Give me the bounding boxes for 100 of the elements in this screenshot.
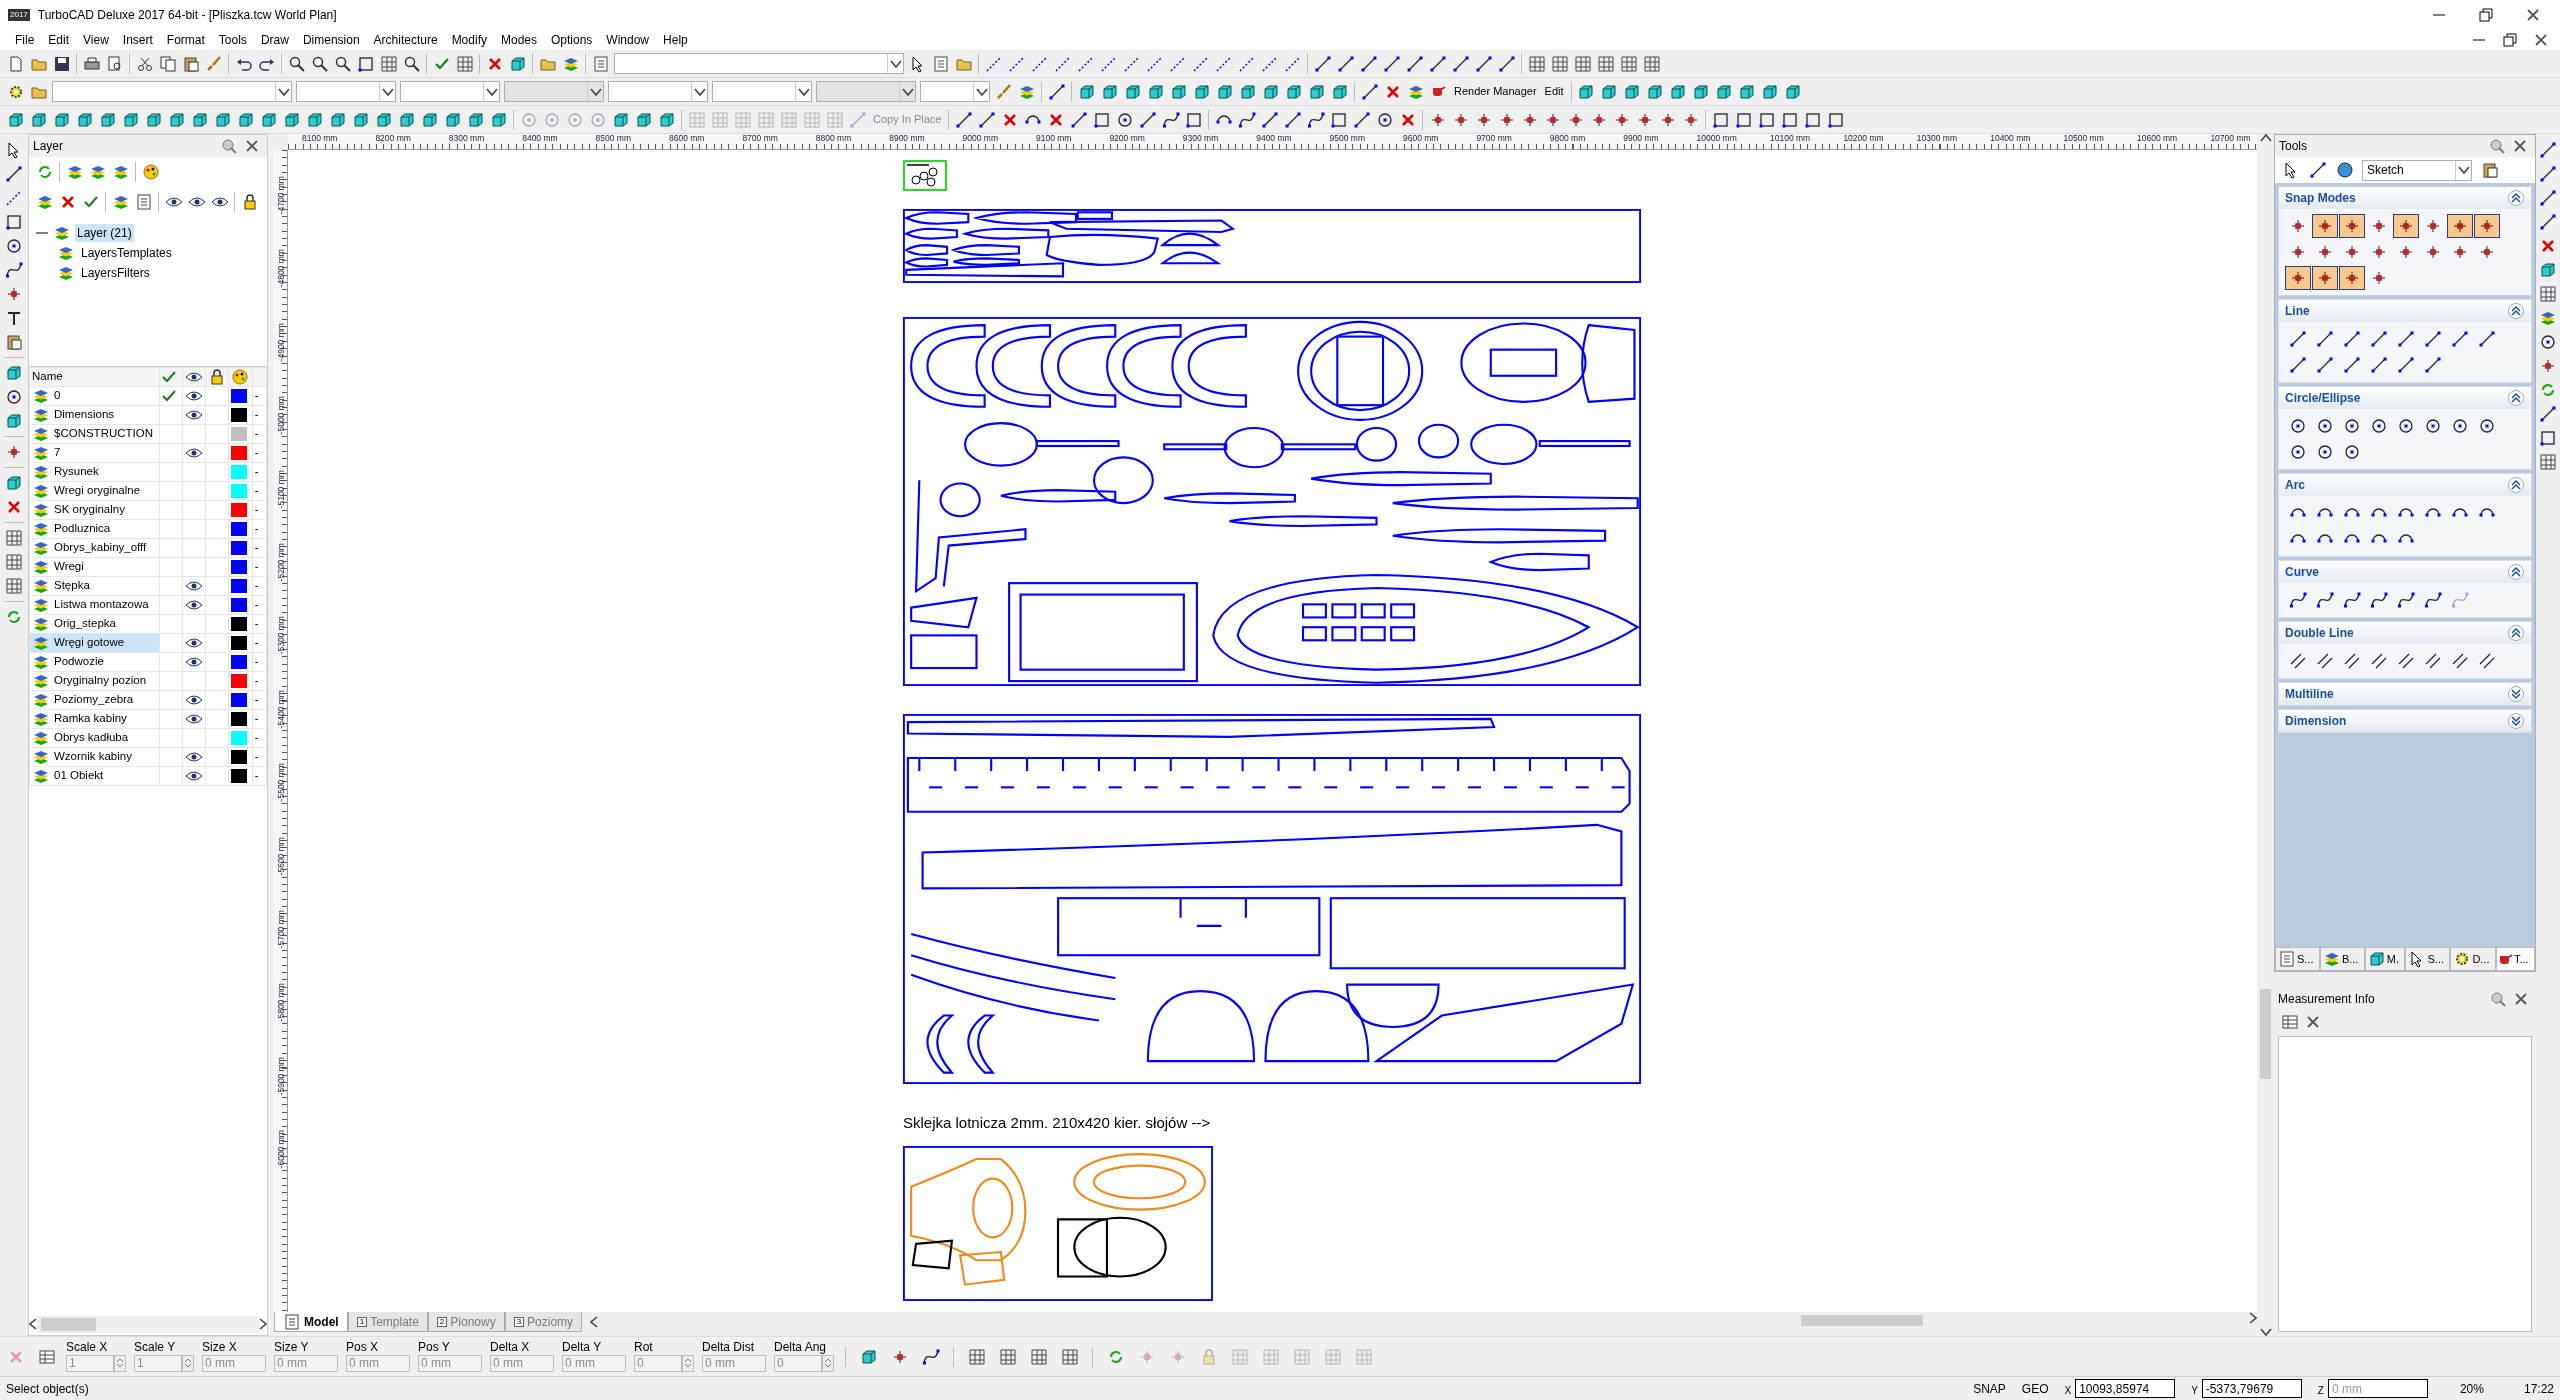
line-style: - [254, 579, 259, 592]
line-style: - [254, 598, 259, 611]
ruler-label: 8400 mm [522, 134, 558, 143]
line-style: - [254, 446, 259, 459]
snap-indicator[interactable]: SNAP [1973, 1379, 2006, 1398]
menu-item[interactable]: Draw [253, 31, 296, 49]
ruler-label: -5900 mm [276, 1055, 286, 1098]
field-label: Delta Ang [774, 1341, 828, 1355]
ruler-label: 9400 mm [1256, 134, 1292, 143]
ruler-label: -5000 mm [276, 395, 286, 437]
ruler-label: -5800 mm [276, 982, 286, 1024]
toolbar-button[interactable]: Render Manager [1450, 79, 1541, 104]
ruler-label: 8800 mm [815, 134, 852, 143]
panel-title: Measurement Info [2278, 991, 2375, 1008]
ruler-label: 10300 mm [1916, 134, 1957, 143]
ruler-label: -5500 mm [276, 762, 286, 804]
page-number: 3 [513, 1316, 525, 1327]
panel-tab[interactable]: M. [2364, 947, 2406, 971]
toolbar-button[interactable]: Edit [1540, 79, 1568, 104]
ruler-label: 9300 mm [1182, 134, 1219, 143]
section-header[interactable]: Arc [2279, 474, 2531, 496]
menu-item[interactable]: Options [544, 31, 600, 49]
menu-item[interactable]: View [76, 31, 116, 49]
layer-name[interactable]: 7 [54, 444, 61, 462]
ruler-label: 9200 mm [1109, 134, 1145, 143]
menu-item[interactable]: Modify [444, 31, 494, 49]
line-style: - [254, 750, 259, 763]
field-label: Pos X [346, 1341, 379, 1355]
menu-item[interactable]: Insert [115, 31, 160, 49]
tree-item[interactable]: LayersFilters [79, 264, 152, 282]
panel-tab[interactable]: T... [2495, 947, 2535, 971]
ruler-label: 8200 mm [375, 134, 411, 143]
section-header[interactable]: Line [2279, 300, 2531, 322]
ruler-label: 9600 mm [1403, 134, 1439, 143]
ruler-label: 8300 mm [448, 134, 485, 143]
sheet-tab[interactable]: 3 Poziomy [504, 1312, 583, 1332]
ruler-label: 8500 mm [595, 134, 632, 143]
field-label: Size Y [274, 1341, 310, 1355]
panel-tab[interactable]: D... [2450, 947, 2496, 971]
coordinate-field[interactable]: 0 mm [2327, 1379, 2428, 1398]
menu-item[interactable]: File [8, 31, 42, 49]
coordinate-field[interactable]: 10093,85974 [2075, 1379, 2176, 1398]
line-style: - [254, 484, 259, 497]
sheet-tab[interactable]: 1 Template [347, 1312, 428, 1332]
sheet-tab[interactable]: Model [274, 1312, 348, 1332]
menu-item[interactable]: Edit [41, 31, 77, 49]
sheet-tab[interactable]: 2 Pionowy [427, 1312, 505, 1332]
sheet-caption: Sklejka lotnicza 2mm. 210x420 kier. słojów --> [903, 1113, 1211, 1133]
panel-tab[interactable]: S... [2405, 947, 2451, 971]
menu-item[interactable]: Help [656, 31, 695, 49]
ruler-label: 10500 mm [2063, 134, 2104, 143]
line-style: - [254, 712, 259, 725]
ruler-label: 9000 mm [962, 134, 999, 143]
zoom-level: 20% [2459, 1380, 2484, 1398]
field-label: Scale X [66, 1341, 109, 1355]
ruler-label: 10600 mm [2137, 134, 2178, 143]
ruler-label: 8700 mm [742, 134, 778, 143]
panel-tab[interactable]: S... [2275, 947, 2320, 971]
panel-tab[interactable]: B... [2319, 947, 2365, 971]
page-number: 2 [436, 1316, 448, 1327]
line-style: - [254, 503, 259, 516]
ruler-label: -4800 mm [276, 248, 286, 290]
mode-dropdown[interactable]: Sketch [2362, 159, 2472, 181]
ruler-label: 10400 mm [1990, 134, 2031, 143]
section-header[interactable]: Double Line [2279, 622, 2531, 644]
field-label: Delta Dist [702, 1341, 755, 1355]
tree-item[interactable]: LayersTemplates [79, 244, 174, 262]
ruler-label: 8100 mm [302, 134, 338, 143]
field-label: Delta X [490, 1341, 531, 1355]
section-header[interactable]: Curve [2279, 561, 2531, 583]
menu-item[interactable]: Modes [493, 31, 544, 49]
section-header[interactable]: Snap Modes [2279, 187, 2531, 209]
line-style: - [254, 465, 259, 478]
menu-item[interactable]: Architecture [366, 31, 445, 49]
tree-item[interactable]: Layer (21) [75, 224, 134, 242]
section-header[interactable]: Circle/Ellipse [2279, 387, 2531, 409]
menu-item[interactable]: Tools [211, 31, 254, 49]
coordinate-field[interactable]: -5373,79679 [2201, 1379, 2302, 1398]
page-number: 1 [356, 1316, 368, 1327]
ruler-label: 9700 mm [1476, 134, 1512, 143]
line-style: - [254, 522, 259, 535]
menu-item[interactable]: Format [159, 31, 212, 49]
ruler-label: -5700 mm [276, 909, 286, 951]
section-header[interactable]: Multiline [2279, 683, 2531, 705]
field-label: Size X [202, 1341, 238, 1355]
line-style: - [254, 769, 259, 782]
axis-label: Z [2317, 1384, 2324, 1398]
ruler-label: 8600 mm [669, 134, 705, 143]
line-style: - [254, 560, 259, 573]
section-header[interactable]: Dimension [2279, 710, 2531, 732]
line-style: - [254, 617, 259, 630]
menu-item[interactable]: Dimension [295, 31, 367, 49]
line-style: - [254, 655, 259, 668]
ruler-label: 8900 mm [889, 134, 925, 143]
field-label: Scale Y [134, 1341, 177, 1355]
ruler-label: -5200 mm [276, 542, 286, 584]
geo-indicator[interactable]: GEO [2021, 1379, 2049, 1398]
menu-item[interactable]: Window [599, 31, 657, 49]
ruler-label: 10200 mm [1843, 134, 1884, 143]
layer-name[interactable]: 0 [54, 387, 61, 405]
